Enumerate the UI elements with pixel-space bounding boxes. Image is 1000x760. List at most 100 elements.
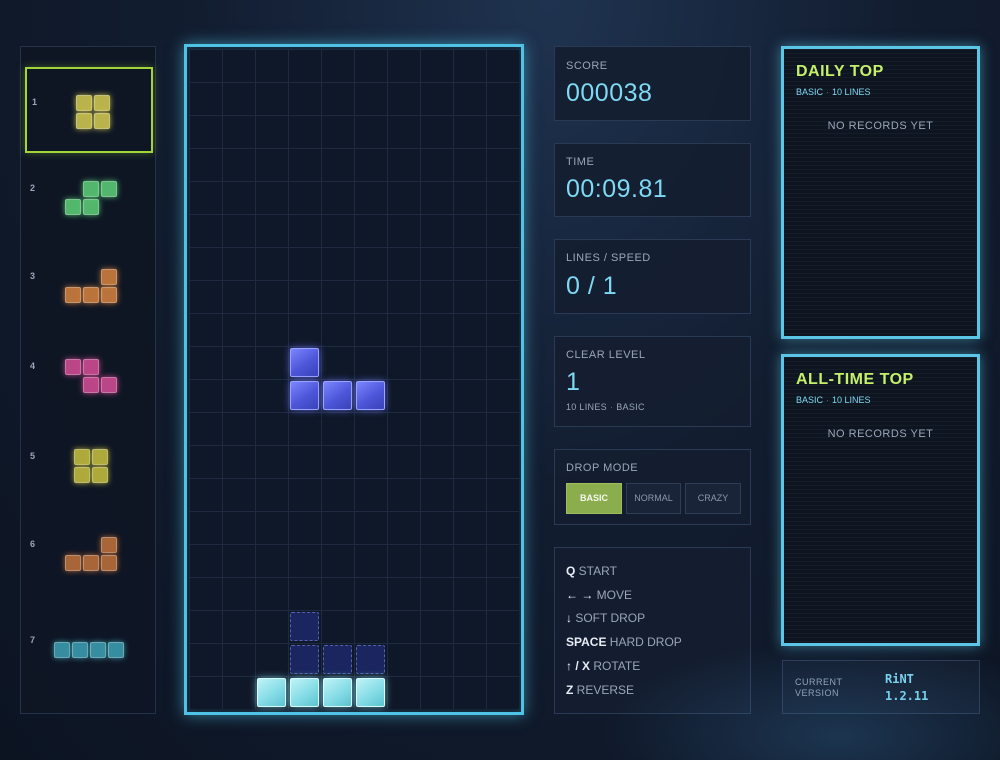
alltime-top-empty-message: NO RECORDS YET — [827, 428, 934, 440]
clear-level-label: CLEAR LEVEL — [566, 349, 646, 361]
control-action: REVERSE — [573, 683, 635, 697]
clear-level-lines: 10 LINES — [566, 402, 607, 412]
queue-block — [101, 555, 117, 571]
queue-block — [76, 95, 92, 111]
game-board[interactable] — [189, 49, 519, 709]
drop-mode-panel: DROP MODE BASIC NORMAL CRAZY — [554, 449, 751, 525]
queue-piece — [76, 95, 110, 129]
alltime-top-leaderboard: ALL-TIME TOP BASIC · 10 LINES NO RECORDS Y… — [781, 354, 980, 646]
queue-piece — [74, 449, 108, 483]
queue-block — [65, 199, 81, 215]
control-key: SPACE — [566, 635, 607, 649]
version-label-line2: VERSION — [795, 688, 840, 698]
queue-slot: 2 — [25, 155, 153, 241]
queue-block — [65, 359, 81, 375]
control-key: ↑ / X — [566, 659, 591, 673]
time-label: TIME — [566, 156, 595, 168]
ghost-block — [323, 645, 352, 674]
drop-mode-crazy-button[interactable]: CRAZY — [685, 483, 741, 514]
queue-slot-number: 5 — [30, 451, 36, 461]
queue-block — [76, 113, 92, 129]
active-piece-block — [356, 381, 385, 410]
queue-block — [83, 377, 99, 393]
lines-speed-label: LINES / SPEED — [566, 252, 651, 264]
queue-slot: 6 — [25, 511, 153, 597]
queue-block — [101, 377, 117, 393]
version-panel: CURRENT VERSION RiNT 1.2.11 — [782, 660, 980, 714]
game-board-frame — [184, 44, 524, 715]
queue-slot-number: 7 — [30, 635, 36, 645]
queue-block — [83, 181, 99, 197]
queue-block — [101, 269, 117, 285]
queue-block — [101, 537, 117, 553]
lines-speed-value: 0 / 1 — [566, 272, 618, 300]
queue-block — [65, 287, 81, 303]
lines-speed-panel: LINES / SPEED 0 / 1 — [554, 239, 751, 314]
queue-piece — [65, 269, 117, 303]
version-name: RiNT — [885, 672, 914, 686]
score-panel: SCORE 000038 — [554, 46, 751, 121]
drop-mode-basic-button[interactable]: BASIC — [566, 483, 622, 514]
control-action: SOFT DROP — [572, 611, 646, 625]
queue-block — [65, 555, 81, 571]
alltime-top-mode: BASIC — [796, 395, 824, 405]
control-action: START — [575, 564, 617, 578]
version-label-line1: CURRENT — [795, 677, 843, 687]
drop-mode-normal-button[interactable]: NORMAL — [626, 483, 681, 514]
version-number: 1.2.11 — [885, 689, 929, 703]
control-row: ↓ SOFT DROP — [566, 611, 645, 625]
queue-piece — [65, 359, 117, 393]
ghost-block — [290, 645, 319, 674]
control-row: Q START — [566, 564, 617, 578]
locked-block — [356, 678, 385, 707]
daily-top-leaderboard: DAILY TOP BASIC · 10 LINES NO RECORDS YET — [781, 46, 980, 339]
clear-level-detail: 10 LINES · BASIC — [566, 402, 645, 412]
locked-block — [257, 678, 286, 707]
drop-mode-label: DROP MODE — [566, 462, 639, 474]
locked-block — [290, 678, 319, 707]
control-row: Z REVERSE — [566, 683, 634, 697]
control-action: ROTATE — [590, 659, 641, 673]
controls-panel: Q START ← → MOVE ↓ SOFT DROP SPACE HARD DRO… — [554, 547, 751, 714]
control-row: ↑ / X ROTATE — [566, 659, 640, 673]
next-piece-queue: 1 2 3 4 5 6 7 — [20, 46, 156, 714]
queue-slot-number: 2 — [30, 183, 36, 193]
ghost-block — [356, 645, 385, 674]
queue-block — [101, 287, 117, 303]
locked-block — [323, 678, 352, 707]
ghost-block — [290, 612, 319, 641]
queue-slot: 7 — [25, 607, 153, 693]
daily-top-mode: BASIC — [796, 87, 824, 97]
queue-block — [83, 287, 99, 303]
queue-slot: 3 — [25, 243, 153, 329]
daily-top-title: DAILY TOP — [796, 63, 884, 80]
queue-slot: 4 — [25, 333, 153, 419]
queue-block — [72, 642, 88, 658]
queue-block — [74, 449, 90, 465]
queue-block — [54, 642, 70, 658]
queue-block — [83, 555, 99, 571]
queue-block — [92, 449, 108, 465]
alltime-top-lines: 10 LINES — [832, 395, 871, 405]
queue-block — [108, 642, 124, 658]
control-key: ← → — [566, 588, 594, 602]
queue-slot-number: 4 — [30, 361, 36, 371]
control-action: MOVE — [593, 588, 633, 602]
queue-block — [83, 199, 99, 215]
queue-slot: 1 — [25, 67, 153, 153]
queue-block — [83, 359, 99, 375]
queue-slot: 5 — [25, 423, 153, 509]
queue-block — [101, 181, 117, 197]
queue-slot-number: 1 — [32, 97, 38, 107]
queue-slot-number: 6 — [30, 539, 36, 549]
queue-piece — [54, 642, 124, 658]
alltime-top-subtitle: BASIC · 10 LINES — [796, 395, 871, 405]
queue-block — [90, 642, 106, 658]
daily-top-lines: 10 LINES — [832, 87, 871, 97]
active-piece-block — [323, 381, 352, 410]
active-piece-block — [290, 348, 319, 377]
control-key: Q — [566, 564, 576, 578]
daily-top-subtitle: BASIC · 10 LINES — [796, 87, 871, 97]
queue-block — [92, 467, 108, 483]
time-panel: TIME 00:09.81 — [554, 143, 751, 217]
